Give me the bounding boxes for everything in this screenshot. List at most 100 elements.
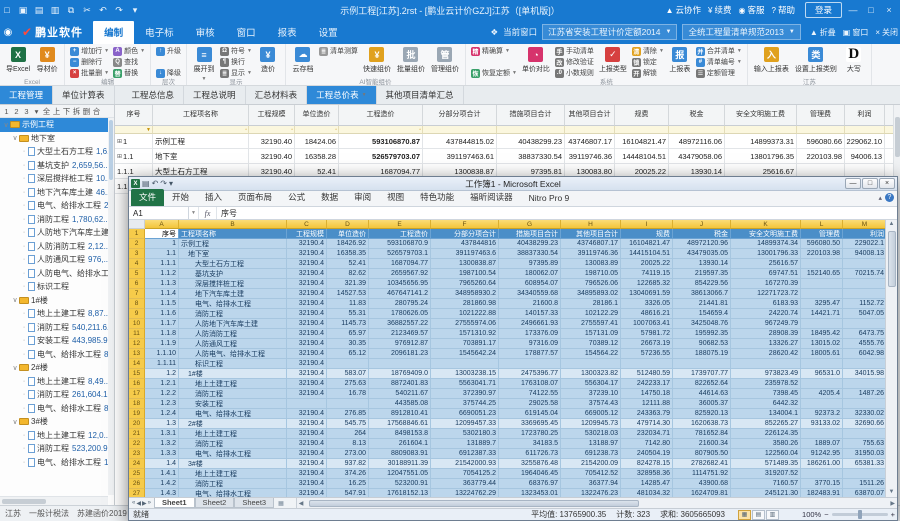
excel-cell[interactable]: 1.4.3 [145,489,179,497]
excel-cell[interactable]: 17568846.61 [369,419,431,429]
excel-cell[interactable]: 序号 [145,229,179,239]
excel-cell[interactable]: 967249.79 [731,319,801,329]
excel-cell[interactable]: 2659567.92 [369,269,431,279]
zoom-in-icon[interactable]: + [891,510,895,519]
table-cell[interactable]: 13801796.35 [725,149,797,164]
name-box-caret[interactable]: ▼ [189,207,199,219]
gear-icon[interactable]: ❖ [490,27,498,38]
column-header-G[interactable]: G [499,220,561,229]
excel-cell[interactable]: 261604.1 [369,439,431,449]
table-cell[interactable]: 18424.06 [295,134,339,149]
row-header-22[interactable]: 22 [129,439,145,449]
excel-tab-特色功能[interactable]: 特色功能 [412,189,462,206]
excel-cell[interactable]: 65.12 [327,349,369,359]
tree-item[interactable]: ·电气、给排水工程8... [0,348,108,362]
excel-cell[interactable] [621,359,673,369]
excel-cell[interactable]: 6690051.23 [431,409,499,419]
menu-tab-设置[interactable]: 设置 [308,21,349,44]
tree-dash-icon[interactable]: · [20,351,28,358]
excel-cell[interactable]: 854229.56 [673,279,731,289]
excel-cell[interactable]: 1#楼 [179,369,287,379]
excel-cell[interactable]: 基坑支护 [179,269,287,279]
table-cell[interactable]: 16104821.47 [615,134,669,149]
minimize-button[interactable]: — [844,5,862,15]
excel-cell[interactable]: 14285.47 [621,479,673,489]
column-header-工程规模[interactable]: 工程规模 [249,105,295,126]
expander-icon[interactable]: ∨ [11,134,19,142]
excel-cell[interactable]: 消防工程 [179,439,287,449]
excel-cell[interactable]: 65.97 [327,329,369,339]
zoom-level[interactable]: 100% [802,510,821,519]
excel-cell[interactable]: 69747.51 [731,269,801,279]
sheet-nav[interactable]: «◀▶» [129,498,154,508]
excel-cell[interactable]: 178877.57 [499,349,561,359]
excel-cell[interactable]: 131889.7 [431,439,499,449]
tree-dash-icon[interactable]: · [20,202,28,209]
excel-minimize-button[interactable]: — [845,178,861,189]
excel-cell[interactable]: 232034.71 [621,429,673,439]
excel-cell[interactable]: 31950.03 [843,449,885,459]
excel-tab-数据[interactable]: 数据 [313,189,346,206]
excel-cell[interactable]: 70215.74 [843,269,885,279]
excel-cell[interactable]: 556304.17 [561,379,621,389]
excel-cell[interactable]: 32190.4 [287,299,327,309]
excel-cell[interactable]: 796526.06 [561,279,621,289]
redo-icon[interactable]: ↷ [112,5,126,16]
excel-maximize-button[interactable]: □ [862,178,878,189]
excel-cell[interactable]: 10345656.95 [369,279,431,289]
excel-cell[interactable]: 1.3.3 [145,449,179,459]
excel-cell[interactable]: 5302180.3 [431,429,499,439]
menu-tab-审核[interactable]: 审核 [185,21,226,44]
doc-tab-工程总信息[interactable]: 工程总信息 [123,86,185,104]
row-header-6[interactable]: 6 [129,279,145,289]
excel-cell[interactable]: 363779.44 [431,479,499,489]
column-header-I[interactable]: I [621,220,673,229]
excel-cell[interactable]: 669005.12 [561,409,621,419]
excel-cell[interactable]: 1.3 [145,419,179,429]
tree-dash-icon[interactable]: · [20,337,28,344]
tree-tool-2[interactable]: 2 [12,107,21,116]
tree-item[interactable]: ·地上土建工程8,87... [0,307,108,321]
table-cell[interactable]: 48972116.06 [669,134,725,149]
excel-cell[interactable]: 55.31 [327,309,369,319]
cloud-sync-link[interactable]: ▲云协作 [666,4,701,16]
menu-tab-窗口[interactable]: 窗口 [226,21,267,44]
excel-cell[interactable]: 1687094.77 [369,259,431,269]
table-cell[interactable]: 526579703.07 [339,149,423,164]
excel-cell[interactable]: 2123469.57 [369,329,431,339]
excel-cell[interactable]: 32190.4 [287,349,327,359]
excel-horizontal-scrollbar[interactable]: ◀▶ [296,498,897,508]
excel-cell[interactable]: 691238.73 [561,449,621,459]
excel-cell[interactable]: 6183.93 [731,299,801,309]
excel-cell[interactable] [801,319,843,329]
excel-cell[interactable]: 27555974.06 [431,319,499,329]
excel-cell[interactable]: 安全文明施工费 [731,229,801,239]
excel-cell[interactable]: 571489.35 [731,459,801,469]
column-header-规费[interactable]: 规费 [615,105,669,126]
excel-cell[interactable]: 1487.26 [843,389,885,399]
login-button[interactable]: 登录 [805,2,842,18]
tree-item[interactable]: ·人防消防工程2,12... [0,240,108,254]
tree-tool-下[interactable]: 下 [62,106,71,117]
excel-cell[interactable]: 34015.98 [843,369,885,379]
more-icon[interactable]: ▾ [128,5,142,16]
excel-cell[interactable]: 1739707.77 [673,369,731,379]
excel-cell[interactable]: 32190.4 [287,429,327,439]
excel-cell[interactable]: 703891.17 [431,339,499,349]
excel-cell[interactable]: 13930.14 [673,259,731,269]
column-header-A[interactable]: A [145,220,179,229]
quota-select[interactable]: 江苏省安装工程计价定额2014▼ [542,24,677,40]
excel-cell[interactable]: 深层搅拌桩工程 [179,279,287,289]
excel-cell[interactable]: 1889.07 [801,439,843,449]
service-link[interactable]: ◉客服 [739,4,765,16]
excel-cell[interactable]: 32190.4 [287,309,327,319]
excel-cell[interactable]: 3326.05 [621,299,673,309]
excel-cell[interactable]: 198710.05 [561,269,621,279]
excel-cell[interactable]: 30.35 [327,339,369,349]
precise-calc-button[interactable]: 精精确算▼ [471,46,517,56]
row-header-20[interactable]: 20 [129,419,145,429]
excel-cell[interactable]: 32190.4 [287,259,327,269]
excel-cell[interactable]: 180062.07 [499,269,561,279]
excel-tab-页面布局[interactable]: 页面布局 [230,189,280,206]
sheet-tab-Sheet1[interactable]: Sheet1 [154,498,195,508]
